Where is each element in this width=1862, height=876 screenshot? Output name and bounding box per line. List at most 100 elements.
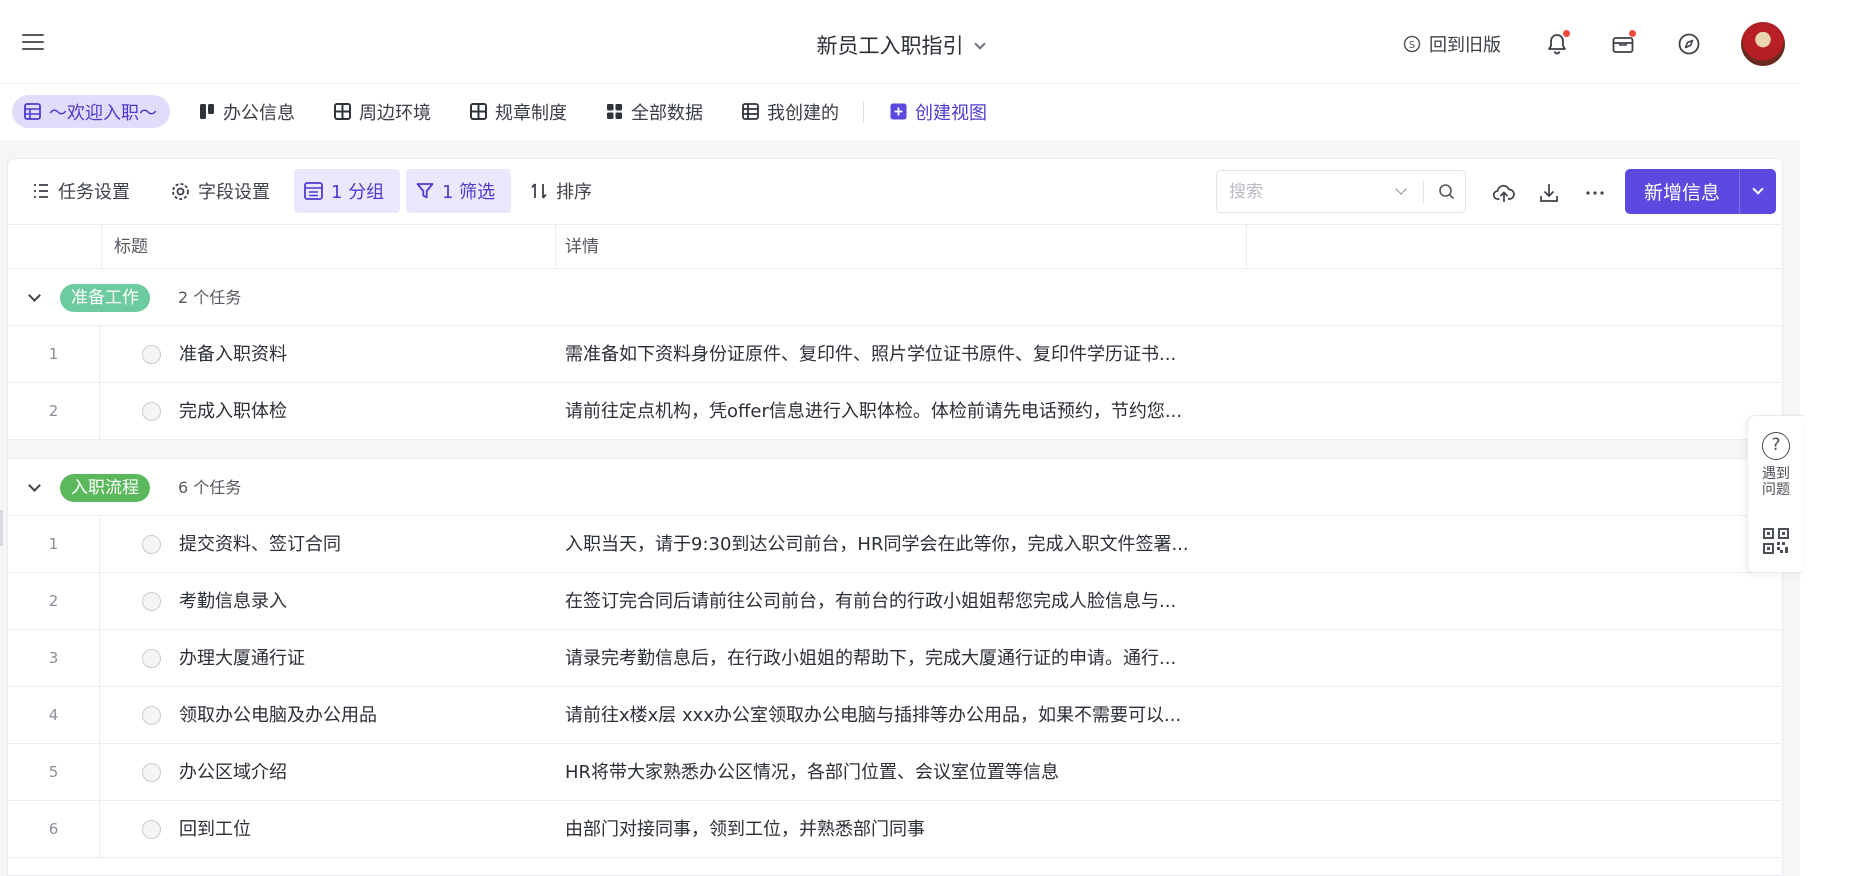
tab-surroundings[interactable]: 周边环境 [322,95,443,128]
add-record-button[interactable]: 新增信息 [1625,169,1776,214]
help-text[interactable]: 遇到 问题 [1748,466,1804,498]
download-icon[interactable] [1537,181,1561,205]
old-version-button[interactable]: S 回到旧版 [1403,31,1501,57]
table-row[interactable]: 6 回到工位 由部门对接同事，领到工位，并熟悉部门同事 [8,801,1782,858]
row-number: 3 [8,630,100,687]
tab-welcome[interactable]: ～欢迎入职～ [12,95,170,128]
create-view-label: 创建视图 [915,102,987,124]
row-title: 回到工位 [179,819,251,840]
help-text-line1: 遇到 [1762,466,1790,482]
chevron-down-icon[interactable] [1740,183,1776,195]
table-row[interactable]: 1 准备入职资料 需准备如下资料身份证原件、复印件、照片学位证书原件、复印件学历… [8,326,1782,383]
complete-checkbox[interactable] [142,345,161,364]
group-gap [8,440,1782,459]
create-view-button[interactable]: 创建视图 [878,95,999,128]
filter-button[interactable]: 1 筛选 [406,169,511,213]
column-header-detail[interactable]: 详情 [565,225,599,269]
help-icon[interactable]: ? [1762,432,1790,460]
inbox-icon[interactable] [1609,30,1637,58]
plus-icon [890,103,907,120]
table-row[interactable]: 5 办公区域介绍 HR将带大家熟悉办公区情况，各部门位置、会议室位置等信息 [8,744,1782,801]
qrcode-icon[interactable] [1763,528,1789,554]
row-number: 1 [8,516,100,573]
group-label: 1 分组 [331,182,385,203]
group-button[interactable]: 1 分组 [294,169,400,213]
help-float-panel: ? 遇到 问题 [1747,415,1803,573]
row-detail: HR将带大家熟悉办公区情况，各部门位置、会议室位置等信息 [565,762,1060,783]
complete-checkbox[interactable] [142,763,161,782]
field-settings-button[interactable]: 字段设置 [161,169,280,213]
complete-checkbox[interactable] [142,402,161,421]
tab-label: 周边环境 [359,102,431,124]
tab-label: 规章制度 [495,102,567,124]
top-bar: 新员工入职指引 S 回到旧版 [0,0,1800,84]
complete-checkbox[interactable] [142,706,161,725]
table-icon [334,103,351,120]
more-icon[interactable] [1583,181,1607,205]
row-title: 办公区域介绍 [179,762,287,783]
row-title: 完成入职体检 [179,401,287,422]
chevron-down-icon[interactable] [1395,183,1407,195]
table-row[interactable]: 4 领取办公电脑及办公用品 请前往x楼x层 xxx办公室领取办公电脑与插排等办公… [8,687,1782,744]
group-icon [304,182,323,200]
tab-label: ～欢迎入职～ [49,102,157,124]
sort-button[interactable]: 排序 [520,169,602,213]
table-row[interactable]: 3 办理大厦通行证 请录完考勤信息后，在行政小姐姐的帮助下，完成大厦通行证的申请… [8,630,1782,687]
tab-office-info[interactable]: 办公信息 [187,95,307,128]
complete-checkbox[interactable] [142,820,161,839]
chevron-down-icon [973,38,986,50]
upload-icon[interactable] [1492,181,1516,205]
row-number: 1 [8,326,100,383]
search-input[interactable] [1229,181,1389,202]
row-title: 领取办公电脑及办公用品 [179,705,377,726]
sort-icon [531,183,547,199]
row-detail: 由部门对接同事，领到工位，并熟悉部门同事 [565,819,925,840]
search-icon[interactable] [1438,183,1455,200]
compass-icon[interactable] [1675,30,1703,58]
row-title: 准备入职资料 [179,344,287,365]
tab-all-data[interactable]: 全部数据 [594,95,715,128]
notification-dot [1563,30,1570,37]
table-row[interactable]: 1 提交资料、签订合同 入职当天，请于9:30到达公司前台，HR同学会在此等你，… [8,516,1782,573]
top-actions: S 回到旧版 [1403,22,1785,66]
avatar[interactable] [1741,22,1785,66]
left-drag-handle[interactable] [0,510,3,546]
table-row[interactable]: 2 完成入职体检 请前往定点机构，凭offer信息进行入职体检。体检前请先电话预… [8,383,1782,440]
group-header: 准备工作 2 个任务 [8,269,1782,326]
table-panel: 任务设置 字段设置 1 分组 1 筛选 排序 搜索 新增信息 标题 详情 准备工… [7,158,1783,876]
group-count: 6 个任务 [178,478,242,497]
complete-checkbox[interactable] [142,649,161,668]
column-divider[interactable] [555,225,556,269]
row-detail: 入职当天，请于9:30到达公司前台，HR同学会在此等你，完成入职文件签署... [565,534,1189,555]
task-settings-label: 任务设置 [58,182,130,203]
table-icon [24,103,41,120]
doc-title-text: 新员工入职指引 [816,34,964,58]
help-text-line2: 问题 [1762,482,1790,498]
sort-label: 排序 [556,182,592,203]
svg-text:S: S [1409,40,1415,51]
complete-checkbox[interactable] [142,535,161,554]
tab-created-by-me[interactable]: 我创建的 [730,95,851,128]
filter-icon [416,183,434,199]
column-header-title[interactable]: 标题 [114,225,148,269]
list-icon [742,103,759,120]
column-divider [101,225,102,269]
bell-icon[interactable] [1543,30,1571,58]
table-icon [470,103,487,120]
grid-icon [606,103,623,120]
complete-checkbox[interactable] [142,592,161,611]
search-divider [1423,179,1424,204]
search-input-box[interactable] [1216,170,1466,213]
table-row[interactable]: 2 考勤信息录入 在签订完合同后请前往公司前台，有前台的行政小姐姐帮您完成人脸信… [8,573,1782,630]
column-divider[interactable] [1246,225,1247,269]
chevron-down-icon[interactable] [28,479,41,492]
chevron-down-icon[interactable] [28,289,41,302]
row-detail: 请前往x楼x层 xxx办公室领取办公电脑与插排等办公用品，如果不需要可以... [565,705,1182,726]
filter-label: 1 筛选 [442,182,496,203]
table-header: 标题 详情 [8,225,1782,269]
tab-label: 我创建的 [767,102,839,124]
group-tag: 准备工作 [60,284,150,312]
task-settings-button[interactable]: 任务设置 [22,169,140,213]
old-version-icon: S [1403,35,1421,53]
tab-regulations[interactable]: 规章制度 [458,95,579,128]
